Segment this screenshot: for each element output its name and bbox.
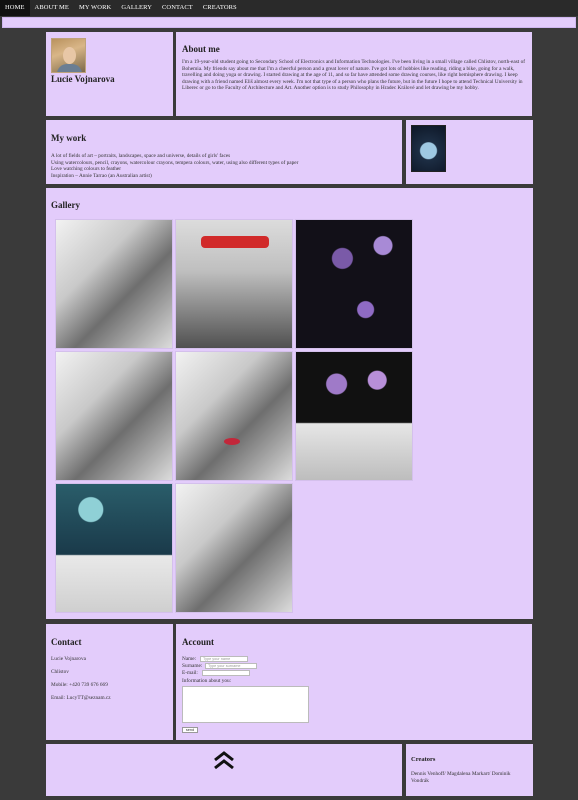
- contact-mobile: Mobile: +420 739 676 669: [51, 682, 108, 688]
- contact-section: Contact Lucie Vojnarova Chlistov Mobile:…: [46, 624, 173, 740]
- footer-left: [46, 744, 402, 796]
- gallery-image-portrait-red-lips[interactable]: [175, 351, 293, 481]
- about-text: I'm a 19-year-old student going to Secon…: [182, 59, 525, 92]
- send-button[interactable]: send: [182, 727, 198, 733]
- creators-section: Creators Dennis Venhoff/ Magdalena Marka…: [406, 744, 533, 796]
- nav-gallery[interactable]: GALLERY: [116, 0, 157, 16]
- contact-name: Lucie Vojnarova: [51, 656, 86, 662]
- about-title: About me: [182, 44, 220, 54]
- gallery-image-hands-planets[interactable]: [295, 351, 413, 481]
- top-nav: HOME ABOUT ME MY WORK GALLERY CONTACT CR…: [0, 0, 578, 16]
- email-input[interactable]: [202, 670, 250, 676]
- my-work-line: Love watching colours to feather: [51, 166, 122, 173]
- avatar: [51, 38, 86, 73]
- info-label: Information about you:: [182, 678, 232, 684]
- creators-title: Creators: [411, 756, 436, 763]
- gallery-section: Gallery: [46, 188, 533, 619]
- nav-my-work[interactable]: MY WORK: [74, 0, 116, 16]
- info-textarea[interactable]: [182, 686, 309, 723]
- about-section: About me I'm a 19-year-old student going…: [176, 32, 532, 116]
- my-work-line: Inspiration – Annie Tarrao (an Australia…: [51, 172, 152, 179]
- name-label: Name:: [182, 656, 197, 662]
- my-work-thumbnail-box: [406, 120, 533, 184]
- my-work-section: My work A lot of fields of art – portrai…: [46, 120, 402, 184]
- gallery-image-portrait-hands[interactable]: [175, 483, 293, 613]
- account-title: Account: [182, 637, 214, 647]
- nav-creators[interactable]: CREATORS: [198, 0, 242, 16]
- contact-city: Chlistov: [51, 669, 69, 675]
- contact-title: Contact: [51, 637, 82, 647]
- header-strip: [2, 17, 576, 28]
- gallery-image-portrait-1[interactable]: [55, 219, 173, 349]
- my-work-list: A lot of fields of art – portraits, land…: [51, 153, 391, 179]
- gallery-title: Gallery: [51, 200, 80, 210]
- email-label: E-mail:: [182, 670, 198, 676]
- nav-contact[interactable]: CONTACT: [157, 0, 198, 16]
- double-chevron-up-icon[interactable]: [212, 750, 236, 770]
- gallery-image-girl-galaxy[interactable]: [55, 483, 173, 613]
- name-input[interactable]: Type your name: [200, 656, 248, 662]
- surname-label: Surname:: [182, 663, 203, 669]
- nav-about-me[interactable]: ABOUT ME: [30, 0, 74, 16]
- creators-text: Dennis Venhoff/ Magdalena Markart/ Domin…: [411, 771, 511, 784]
- my-work-line: A lot of fields of art – portraits, land…: [51, 153, 231, 159]
- gallery-image-sunglasses-portrait[interactable]: [175, 219, 293, 349]
- surname-input[interactable]: Type your surname: [205, 663, 257, 669]
- profile-card: Lucie Vojnarova: [46, 32, 173, 116]
- planet-painting-thumbnail[interactable]: [411, 125, 446, 172]
- gallery-image-portrait-2[interactable]: [55, 351, 173, 481]
- gallery-image-space-planets[interactable]: [295, 219, 413, 349]
- my-work-title: My work: [51, 133, 87, 143]
- nav-home[interactable]: HOME: [0, 0, 30, 16]
- contact-email: Email: LucyTT@seznam.cz: [51, 695, 111, 701]
- profile-name: Lucie Vojnarova: [51, 74, 115, 84]
